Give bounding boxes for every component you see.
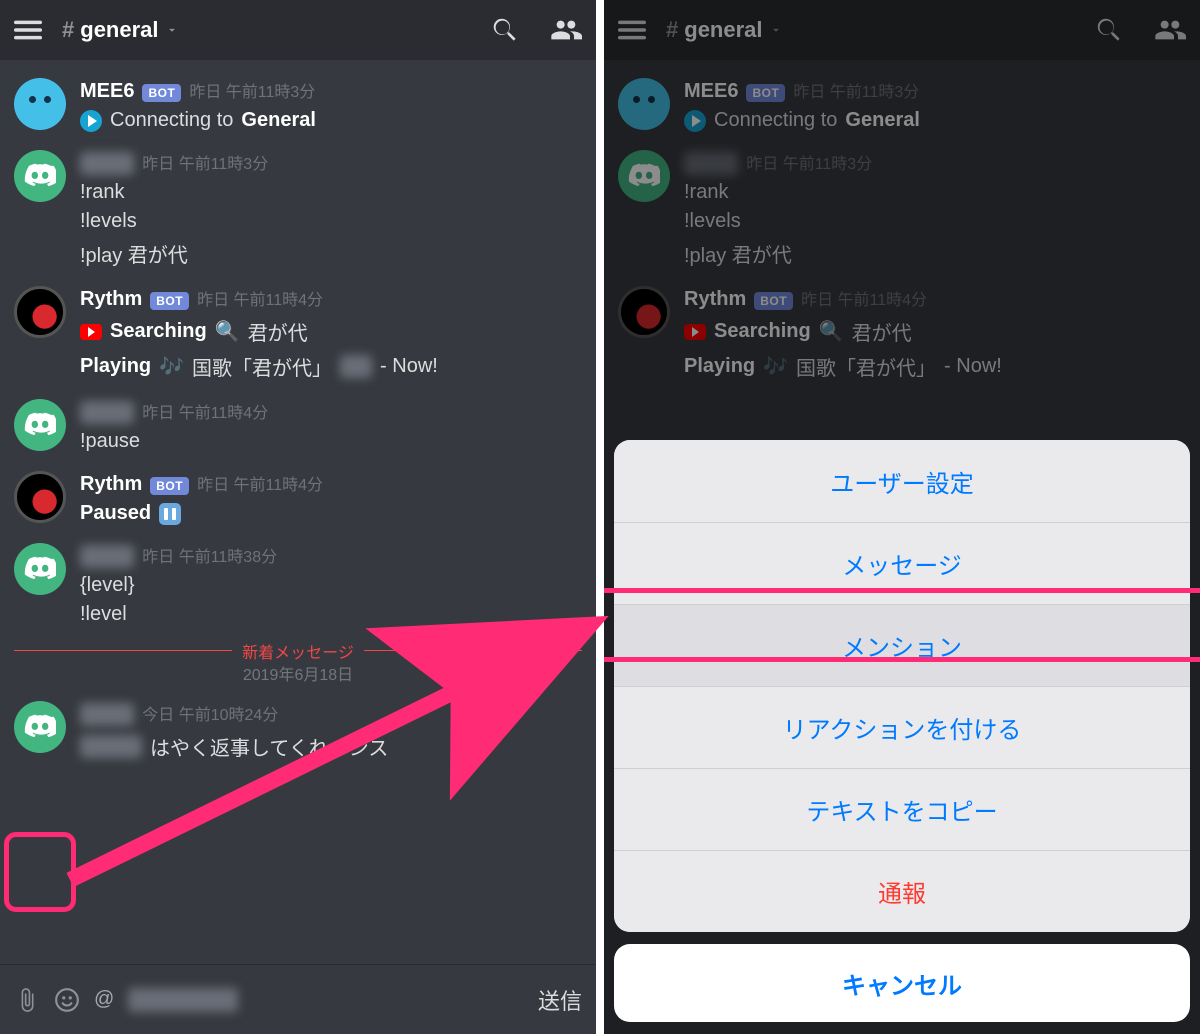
bot-tag: BOT bbox=[142, 84, 181, 102]
action-sheet: ユーザー設定 メッセージ メンション リアクションを付ける テキストをコピー 通… bbox=[614, 440, 1190, 1022]
search-icon[interactable] bbox=[490, 15, 520, 45]
hamburger-icon[interactable] bbox=[14, 16, 42, 44]
username[interactable]: Rythm bbox=[80, 288, 142, 311]
pane-right: # general MEE6 BOT 昨日 午前11時3分 bbox=[604, 0, 1200, 1034]
message-item[interactable]: MEE6 BOT 昨日 午前11時3分 Connecting to Genera… bbox=[14, 78, 582, 132]
text: Connecting to bbox=[110, 109, 233, 132]
text-bold: Playing bbox=[80, 355, 151, 378]
bot-tag: BOT bbox=[150, 292, 189, 310]
username-redacted: user bbox=[80, 401, 134, 424]
chevron-down-icon bbox=[165, 23, 179, 37]
text-bold: Searching bbox=[110, 320, 207, 343]
new-messages-divider: 新着メッセージ bbox=[14, 650, 582, 651]
pane-left: # general MEE6 BOT 昨日 午前11時3分 bbox=[0, 0, 596, 1034]
timestamp: 昨日 午前11時3分 bbox=[142, 150, 268, 174]
action-sheet-group: ユーザー設定 メッセージ メンション リアクションを付ける テキストをコピー 通… bbox=[614, 440, 1190, 932]
discord-logo-icon bbox=[24, 553, 56, 585]
timestamp: 昨日 午前11時4分 bbox=[197, 286, 323, 310]
highlight-box-avatar bbox=[4, 832, 76, 912]
channel-name: general bbox=[80, 17, 158, 43]
username-redacted: user bbox=[80, 545, 134, 568]
username[interactable]: MEE6 bbox=[80, 80, 134, 103]
username[interactable]: Rythm bbox=[80, 473, 142, 496]
text: はやく返事してくれメンス bbox=[150, 732, 388, 761]
avatar[interactable] bbox=[14, 471, 66, 523]
text: 君が代 bbox=[248, 317, 308, 346]
emoji-icon[interactable] bbox=[54, 987, 80, 1013]
bot-tag: BOT bbox=[150, 477, 189, 495]
timestamp: 今日 午前10時24分 bbox=[142, 701, 278, 725]
discord-logo-icon bbox=[24, 160, 56, 192]
youtube-icon bbox=[80, 324, 102, 340]
text: !play 君が代 bbox=[80, 239, 582, 268]
text: 国歌「君が代」 bbox=[192, 352, 332, 381]
text-redacted: xx bbox=[340, 355, 372, 378]
timestamp: 昨日 午前11時4分 bbox=[142, 399, 268, 423]
sheet-message[interactable]: メッセージ bbox=[614, 522, 1190, 604]
text-bold: General bbox=[241, 109, 315, 132]
message-item[interactable]: user 今日 午前10時24分 xxxxx はやく返事してくれメンス bbox=[14, 701, 582, 761]
sheet-user-settings[interactable]: ユーザー設定 bbox=[614, 440, 1190, 522]
date-divider: 2019年6月18日 bbox=[14, 661, 582, 685]
text-bold: Paused bbox=[80, 502, 151, 525]
username-redacted: user bbox=[80, 152, 134, 175]
message-item[interactable]: user 昨日 午前11時38分 {level} !level bbox=[14, 543, 582, 626]
play-icon bbox=[80, 110, 102, 132]
composer: @ xxxxxxxx 送信 bbox=[0, 964, 596, 1034]
channel-selector[interactable]: # general bbox=[62, 17, 490, 43]
members-icon[interactable] bbox=[550, 14, 582, 46]
text: !pause bbox=[80, 430, 582, 453]
text: !level bbox=[80, 603, 582, 626]
text: - Now! bbox=[380, 355, 438, 378]
avatar[interactable] bbox=[14, 150, 66, 202]
message-item[interactable]: Rythm BOT 昨日 午前11時4分 Searching 🔍 君が代 Pla… bbox=[14, 286, 582, 381]
avatar[interactable] bbox=[14, 286, 66, 338]
sheet-copy-text[interactable]: テキストをコピー bbox=[614, 768, 1190, 850]
mention-prefix[interactable]: @ bbox=[94, 988, 114, 1011]
header: # general bbox=[0, 0, 596, 60]
pause-icon bbox=[159, 503, 181, 525]
text: !rank bbox=[80, 181, 582, 204]
sheet-mention[interactable]: メンション bbox=[614, 604, 1190, 686]
new-messages-label: 新着メッセージ bbox=[232, 639, 364, 663]
message-item[interactable]: user 昨日 午前11時4分 !pause bbox=[14, 399, 582, 453]
text: !levels bbox=[80, 210, 582, 233]
username-redacted: user bbox=[80, 703, 134, 726]
timestamp: 昨日 午前11時3分 bbox=[189, 78, 315, 102]
sheet-report[interactable]: 通報 bbox=[614, 850, 1190, 932]
avatar[interactable] bbox=[14, 701, 66, 753]
discord-logo-icon bbox=[24, 711, 56, 743]
avatar[interactable] bbox=[14, 78, 66, 130]
avatar[interactable] bbox=[14, 543, 66, 595]
avatar[interactable] bbox=[14, 399, 66, 451]
message-item[interactable]: user 昨日 午前11時3分 !rank !levels !play 君が代 bbox=[14, 150, 582, 268]
magnifier-icon: 🔍 bbox=[215, 319, 240, 344]
message-item[interactable]: Rythm BOT 昨日 午前11時4分 Paused bbox=[14, 471, 582, 525]
timestamp: 昨日 午前11時38分 bbox=[142, 543, 277, 567]
notes-icon: 🎶 bbox=[159, 354, 184, 379]
text: {level} bbox=[80, 574, 582, 597]
text-redacted: xxxxx bbox=[80, 735, 142, 758]
send-button[interactable]: 送信 bbox=[538, 984, 582, 1016]
timestamp: 昨日 午前11時4分 bbox=[197, 471, 323, 495]
sheet-reaction[interactable]: リアクションを付ける bbox=[614, 686, 1190, 768]
input-text-redacted[interactable]: xxxxxxxx bbox=[128, 988, 238, 1012]
sheet-cancel[interactable]: キャンセル bbox=[614, 944, 1190, 1022]
attach-icon[interactable] bbox=[14, 987, 40, 1013]
discord-logo-icon bbox=[24, 409, 56, 441]
hash-icon: # bbox=[62, 17, 74, 43]
messages-scroll[interactable]: MEE6 BOT 昨日 午前11時3分 Connecting to Genera… bbox=[0, 60, 596, 761]
